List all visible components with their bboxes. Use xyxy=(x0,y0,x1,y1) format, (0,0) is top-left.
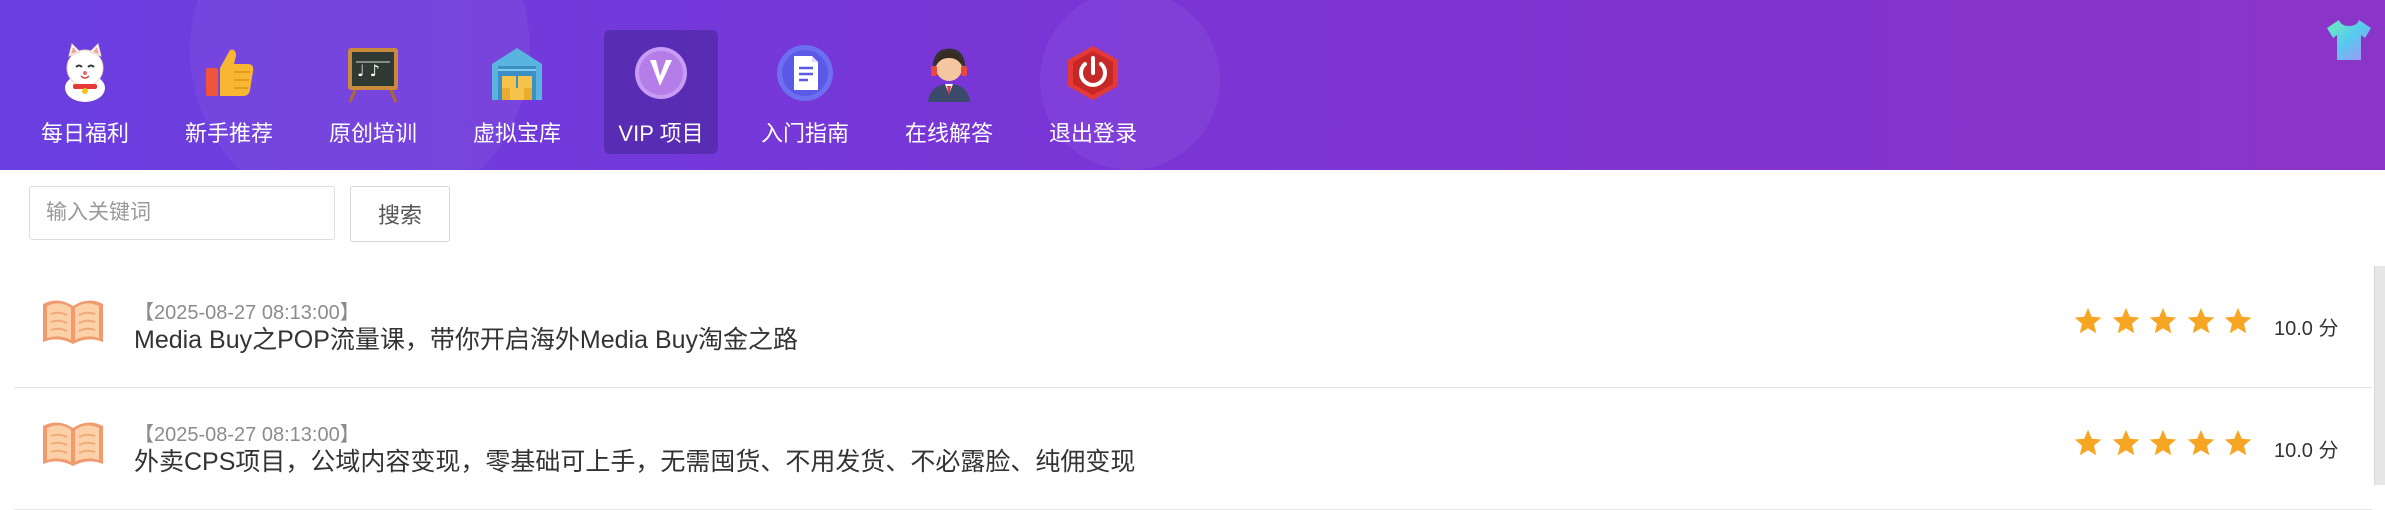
document-icon xyxy=(774,42,836,104)
nav-item-logout[interactable]: 退出登录 xyxy=(1036,30,1150,154)
rating-stars xyxy=(2073,306,2261,336)
search-button[interactable]: 搜索 xyxy=(350,186,450,242)
vip-badge-icon xyxy=(630,42,692,104)
search-input[interactable] xyxy=(29,186,335,240)
list-item[interactable]: 【2025-08-27 08:13:00】 外卖CPS项目，公域内容变现，零基础… xyxy=(14,388,2372,510)
nav-label: 入门指南 xyxy=(760,121,849,146)
star-icon xyxy=(2224,429,2252,456)
chalkboard-icon: ♩ ♪ xyxy=(342,42,404,104)
nav-item-daily-benefits[interactable]: 每日福利 xyxy=(28,30,142,154)
list-item[interactable]: 【2025-08-27 08:13:00】 Media Buy之POP流量课，带… xyxy=(14,266,2372,388)
top-nav-bar: 每日福利 新手推荐 ♩ ♪ 原创培训 虚拟宝库 VIP 项目 入门指南 在线解答… xyxy=(0,0,2385,170)
nav-label: 退出登录 xyxy=(1048,121,1137,146)
nav-item-original-training[interactable]: ♩ ♪ 原创培训 xyxy=(316,30,430,154)
nav-label: 在线解答 xyxy=(904,121,993,146)
star-icon xyxy=(2112,307,2139,334)
star-icon xyxy=(2074,429,2102,456)
thumbs-up-icon xyxy=(198,42,260,104)
svg-text:♩ ♪: ♩ ♪ xyxy=(357,61,380,80)
content-panel: 搜索 【2025-08-27 08:13:00】 Media Buy之POP流量… xyxy=(14,170,2385,510)
nav-item-getting-started[interactable]: 入门指南 xyxy=(748,30,862,154)
star-icon xyxy=(2149,429,2177,456)
open-book-icon xyxy=(41,418,105,470)
item-title[interactable]: Media Buy之POP流量课，带你开启海外Media Buy淘金之路 xyxy=(134,320,798,356)
item-score: 10.0 分 xyxy=(2274,318,2339,340)
nav-label: 每日福利 xyxy=(40,121,129,146)
star-icon xyxy=(2112,429,2139,456)
star-icon xyxy=(2074,307,2102,334)
project-list: 【2025-08-27 08:13:00】 Media Buy之POP流量课，带… xyxy=(14,266,2372,510)
power-icon xyxy=(1062,42,1124,104)
star-icon xyxy=(2224,307,2252,334)
main-nav: 每日福利 新手推荐 ♩ ♪ 原创培训 虚拟宝库 VIP 项目 入门指南 在线解答… xyxy=(28,30,1180,154)
nav-item-beginner-picks[interactable]: 新手推荐 xyxy=(172,30,286,154)
tshirt-icon[interactable] xyxy=(2323,18,2375,62)
nav-label: 新手推荐 xyxy=(184,121,273,146)
star-icon xyxy=(2187,429,2214,456)
item-score: 10.0 分 xyxy=(2274,440,2339,462)
nav-item-virtual-vault[interactable]: 虚拟宝库 xyxy=(460,30,574,154)
nav-label: VIP 项目 xyxy=(618,121,704,146)
open-book-icon xyxy=(41,296,105,348)
item-title[interactable]: 外卖CPS项目，公域内容变现，零基础可上手，无需囤货、不用发货、不必露脸、纯佣变… xyxy=(134,442,1135,478)
lucky-cat-icon xyxy=(54,42,116,104)
star-icon xyxy=(2187,307,2214,334)
support-agent-icon xyxy=(918,42,980,104)
nav-label: 虚拟宝库 xyxy=(472,121,561,146)
nav-item-online-help[interactable]: 在线解答 xyxy=(892,30,1006,154)
nav-label: 原创培训 xyxy=(328,121,417,146)
warehouse-icon xyxy=(486,42,548,104)
star-icon xyxy=(2149,307,2177,334)
nav-item-vip-projects[interactable]: VIP 项目 xyxy=(604,30,718,154)
scrollbar[interactable] xyxy=(2374,266,2385,485)
rating-stars xyxy=(2073,428,2261,458)
